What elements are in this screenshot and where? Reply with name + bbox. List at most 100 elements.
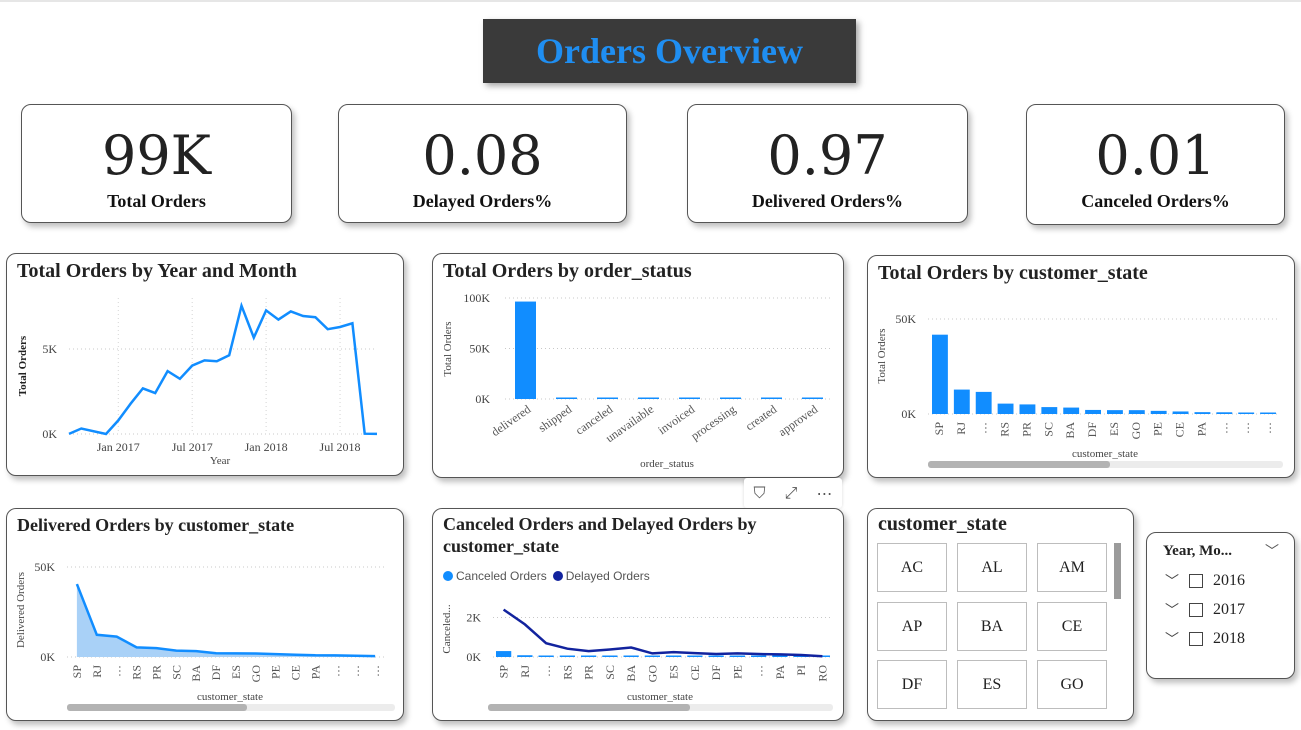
x-tick-label: CE xyxy=(1173,422,1187,437)
bar xyxy=(602,655,618,657)
bar xyxy=(517,655,533,657)
x-axis-title: customer_state xyxy=(1072,448,1138,460)
series-line xyxy=(68,301,378,436)
slicer-tile-ce[interactable]: CE xyxy=(1037,602,1107,651)
kpi-card-delayed-orders[interactable]: 0.08 Delayed Orders% xyxy=(338,104,627,223)
bar xyxy=(1194,412,1211,414)
x-tick-label: SP xyxy=(70,665,84,679)
kpi-label: Canceled Orders% xyxy=(1081,191,1230,211)
chart-orders-by-state[interactable]: Total Orders by customer_state 0K 50K SP RJ… xyxy=(867,255,1295,478)
bar xyxy=(581,655,597,657)
x-tick-label: SC xyxy=(169,665,183,680)
y-tick-label: 0K xyxy=(42,427,57,441)
checkbox[interactable] xyxy=(1189,603,1203,617)
kpi-card-delivered-orders[interactable]: 0.97 Delivered Orders% xyxy=(687,104,968,223)
x-tick-label: PR xyxy=(1019,422,1033,437)
x-tick-label: Jan 2018 xyxy=(245,440,288,454)
bar xyxy=(720,397,741,399)
x-tick-label: … xyxy=(1260,422,1274,434)
chart-orders-by-status[interactable]: Total Orders by order_status 0K 50K 100K de… xyxy=(432,253,844,478)
bar xyxy=(708,655,724,657)
y-tick-label: 0K xyxy=(466,650,481,664)
chart-canceled-delayed-by-state[interactable]: Canceled Orders and Delayed Orders by cu… xyxy=(432,508,844,721)
slicer-title: customer_state xyxy=(878,513,1007,535)
y-tick-label: 100K xyxy=(463,291,490,305)
bar xyxy=(761,397,782,399)
kpi-label: Delayed Orders% xyxy=(412,191,553,211)
slicer-scrollbar[interactable] xyxy=(1114,543,1121,599)
bar xyxy=(1041,407,1058,414)
kpi-card-canceled-orders[interactable]: 0.01 Canceled Orders% xyxy=(1026,104,1285,225)
combo-chart-svg: 0K 2K SP RJ … RS PR SC BA GO ES CE DF PE … PA PI RO custom… xyxy=(441,604,833,711)
chart-delivered-by-state[interactable]: Delivered Orders by customer_state 0K 50K… xyxy=(6,508,404,721)
focus-mode-icon[interactable]: ⤢ xyxy=(785,483,798,503)
bar-chart-svg: 0K50K100Kdelivered shippedcanceledunavail… xyxy=(442,291,833,470)
bar xyxy=(997,403,1014,414)
slicer-tile-ac[interactable]: AC xyxy=(877,543,947,592)
chevron-down-icon[interactable]: ﹀ xyxy=(1165,600,1189,620)
item-label: 2018 xyxy=(1213,630,1245,647)
kpi-card-total-orders[interactable]: 99K Total Orders xyxy=(21,104,292,223)
chevron-down-icon[interactable]: ﹀ xyxy=(1165,571,1189,591)
x-tick-label: … xyxy=(1238,422,1252,434)
x-tick-label: SP xyxy=(932,422,946,436)
slicer-tile-df[interactable]: DF xyxy=(877,660,947,709)
top-border xyxy=(0,0,1301,2)
page-title: Orders Overview xyxy=(536,31,803,71)
x-tick-label: RJ xyxy=(90,665,104,678)
slicer-tile-ap[interactable]: AP xyxy=(877,602,947,651)
slicer-tile-al[interactable]: AL xyxy=(957,543,1027,592)
slicer-year-month[interactable]: Year, Mo... ﹀ ﹀ 2016 ﹀ 2017 ﹀ 2018 xyxy=(1146,532,1295,679)
bar xyxy=(679,397,700,399)
x-tick-label: RJ xyxy=(954,422,968,435)
slicer-tile-go[interactable]: GO xyxy=(1037,660,1107,709)
filter-icon[interactable]: ⛉ xyxy=(754,483,766,503)
bar xyxy=(932,334,948,414)
chart-orders-by-year-month[interactable]: Total Orders by Year and Month 0K 5K Jan 2… xyxy=(6,253,404,476)
y-tick-label: 0K xyxy=(901,407,916,421)
y-tick-label: 0K xyxy=(475,392,490,406)
slicer-tile-am[interactable]: AM xyxy=(1037,543,1107,592)
x-tick-label: RO xyxy=(815,665,829,682)
bar xyxy=(1085,409,1101,414)
x-tick-label: PE xyxy=(269,665,283,679)
bar xyxy=(623,655,639,657)
y-tick-label: 2K xyxy=(466,611,481,625)
checkbox[interactable] xyxy=(1189,632,1203,646)
series-line xyxy=(502,608,823,658)
chevron-down-icon[interactable]: ﹀ xyxy=(1265,541,1279,561)
bar xyxy=(1216,412,1233,414)
hierarchy-item-2018[interactable]: ﹀ 2018 xyxy=(1165,629,1245,649)
bar xyxy=(729,655,745,657)
more-options-icon[interactable]: ⋯ xyxy=(816,484,832,503)
slicer-tile-es[interactable]: ES xyxy=(957,660,1027,709)
y-tick-label: 5K xyxy=(42,342,57,356)
slicer-tile-ba[interactable]: BA xyxy=(957,602,1027,651)
x-tick-label: approved xyxy=(776,402,821,439)
x-tick-label: … xyxy=(348,665,362,677)
x-tick-label: PR xyxy=(582,665,596,680)
kpi-value: 0.97 xyxy=(767,124,888,187)
bar xyxy=(975,391,992,414)
checkbox[interactable] xyxy=(1189,574,1203,588)
kpi-value: 99K xyxy=(101,124,212,187)
slicer-customer-state[interactable]: customer_state AC AL AM AP BA CE DF ES GO xyxy=(867,508,1134,721)
bar xyxy=(1260,412,1276,414)
y-tick-label: 50K xyxy=(895,312,916,326)
y-axis-title: Total Orders xyxy=(876,328,888,383)
visual-header-toolbar: ⛉ ⤢ ⋯ xyxy=(744,478,842,508)
x-tick-label: DF xyxy=(709,665,723,681)
bar xyxy=(597,397,618,399)
bar xyxy=(556,397,577,399)
slicer-title: Year, Mo... xyxy=(1163,543,1233,559)
x-tick-label: SP xyxy=(497,665,511,679)
x-tick-label: Jul 2018 xyxy=(320,440,361,454)
y-tick-label: 50K xyxy=(34,560,55,574)
x-tick-label: RS xyxy=(998,422,1012,437)
hierarchy-item-2017[interactable]: ﹀ 2017 xyxy=(1165,600,1245,620)
x-axis-title: customer_state xyxy=(627,691,693,703)
chevron-down-icon[interactable]: ﹀ xyxy=(1165,629,1189,649)
bar xyxy=(559,655,575,657)
x-tick-label: RS xyxy=(560,665,574,680)
hierarchy-item-2016[interactable]: ﹀ 2016 xyxy=(1165,571,1245,591)
